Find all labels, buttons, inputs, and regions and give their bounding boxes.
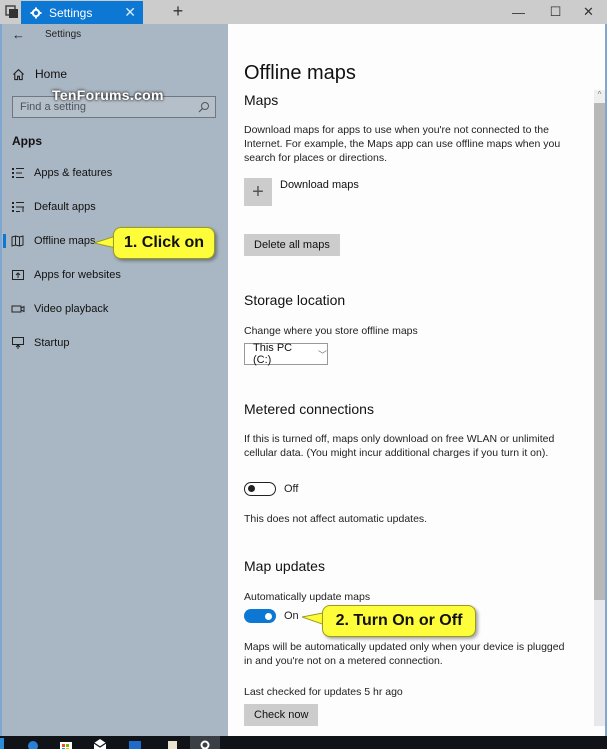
metered-description: If this is turned off, maps only downloa… (244, 433, 555, 459)
back-arrow-icon[interactable]: ← (12, 27, 25, 42)
new-tab-button[interactable]: + (170, 1, 186, 22)
map-icon (11, 235, 24, 247)
tab-settings[interactable]: Settings ✕ (21, 1, 143, 24)
sidebar-item-home[interactable]: Home (12, 67, 67, 81)
close-tab-icon[interactable]: ✕ (124, 4, 136, 21)
nav-label: Startup (34, 337, 70, 349)
taskbar (0, 736, 607, 749)
taskbar-settings-active[interactable] (190, 736, 220, 749)
metered-toggle[interactable] (244, 482, 276, 496)
callout-step-1: 1. Click on (113, 227, 215, 259)
storage-heading: Storage location (244, 292, 346, 308)
tab-title: Settings (49, 5, 93, 20)
callout-step-2: 2. Turn On or Off (322, 605, 476, 637)
taskbar-app-icon[interactable] (26, 738, 40, 749)
store-icon[interactable] (59, 738, 73, 749)
section-label-apps: Apps (12, 134, 42, 148)
metered-toggle-state: Off (284, 483, 299, 495)
toggle-knob (248, 485, 255, 492)
storage-description: Change where you store offline maps (244, 325, 418, 337)
toggle-knob (265, 612, 272, 620)
storage-selected-value: This PC (C:) (253, 342, 293, 366)
nav-label: Apps & features (34, 167, 113, 179)
app-title: Settings (45, 29, 82, 40)
startup-icon (12, 337, 24, 349)
gear-icon (30, 7, 42, 18)
maps-heading: Maps (244, 92, 279, 108)
last-checked-text: Last checked for updates 5 hr ago (244, 686, 403, 698)
search-icon[interactable] (198, 101, 210, 113)
auto-update-caption: Automatically update maps (244, 591, 371, 603)
outlook-icon[interactable] (128, 738, 142, 749)
set-aside-tabs-icon[interactable] (4, 4, 20, 20)
auto-update-toggle[interactable] (244, 609, 276, 623)
nav-label: Apps for websites (34, 269, 121, 281)
scroll-up-arrow-icon[interactable]: ^ (594, 90, 605, 103)
plus-icon: + (244, 178, 272, 206)
metered-note: This does not affect automatic updates. (244, 513, 428, 525)
check-now-button[interactable]: Check now (244, 704, 319, 726)
window-left-edge (0, 24, 2, 736)
sidebar-item-apps-features[interactable]: Apps & features (0, 158, 228, 188)
nav-label: Offline maps (34, 235, 96, 247)
download-maps-button[interactable]: + Download maps (244, 178, 359, 206)
notepad-icon[interactable] (165, 738, 179, 749)
chevron-down-icon: ﹀ (317, 349, 327, 360)
page-title: Offline maps (244, 62, 356, 84)
sidebar: ← Settings Home TenForums.com Apps Apps … (0, 24, 228, 736)
watermark: TenForums.com (52, 87, 164, 103)
scrollbar-thumb[interactable] (594, 103, 605, 600)
sidebar-item-apps-for-websites[interactable]: Apps for websites (0, 260, 228, 290)
download-maps-label: Download maps (280, 179, 359, 191)
home-icon (13, 68, 24, 80)
close-window-button[interactable]: ✕ (566, 0, 607, 24)
auto-update-description: Maps will be automatically updated only … (244, 641, 565, 667)
sidebar-item-default-apps[interactable]: Default apps (0, 192, 228, 222)
gear-icon (200, 740, 210, 749)
sidebar-item-video-playback[interactable]: Video playback (0, 294, 228, 324)
auto-update-toggle-state: On (284, 610, 299, 622)
open-in-app-icon (12, 270, 24, 280)
auto-update-toggle-row: On (244, 609, 299, 623)
default-apps-icon (12, 202, 24, 212)
nav-label: Default apps (34, 201, 96, 213)
maps-description: Download maps for apps to use when you'r… (244, 124, 561, 164)
delete-all-maps-button[interactable]: Delete all maps (244, 234, 340, 256)
metered-heading: Metered connections (244, 401, 374, 417)
sidebar-item-startup[interactable]: Startup (0, 328, 228, 358)
list-icon (12, 168, 24, 178)
video-icon (11, 305, 25, 313)
title-bar: Settings ✕ + — ☐ ✕ (0, 0, 607, 24)
nav-label: Video playback (34, 303, 109, 315)
home-label: Home (35, 67, 68, 81)
mail-icon[interactable] (93, 738, 107, 749)
metered-toggle-row: Off (244, 482, 298, 496)
map-updates-heading: Map updates (244, 558, 325, 574)
taskbar-edge-icon[interactable] (0, 738, 4, 749)
storage-location-dropdown[interactable]: This PC (C:) ﹀ (244, 342, 328, 366)
